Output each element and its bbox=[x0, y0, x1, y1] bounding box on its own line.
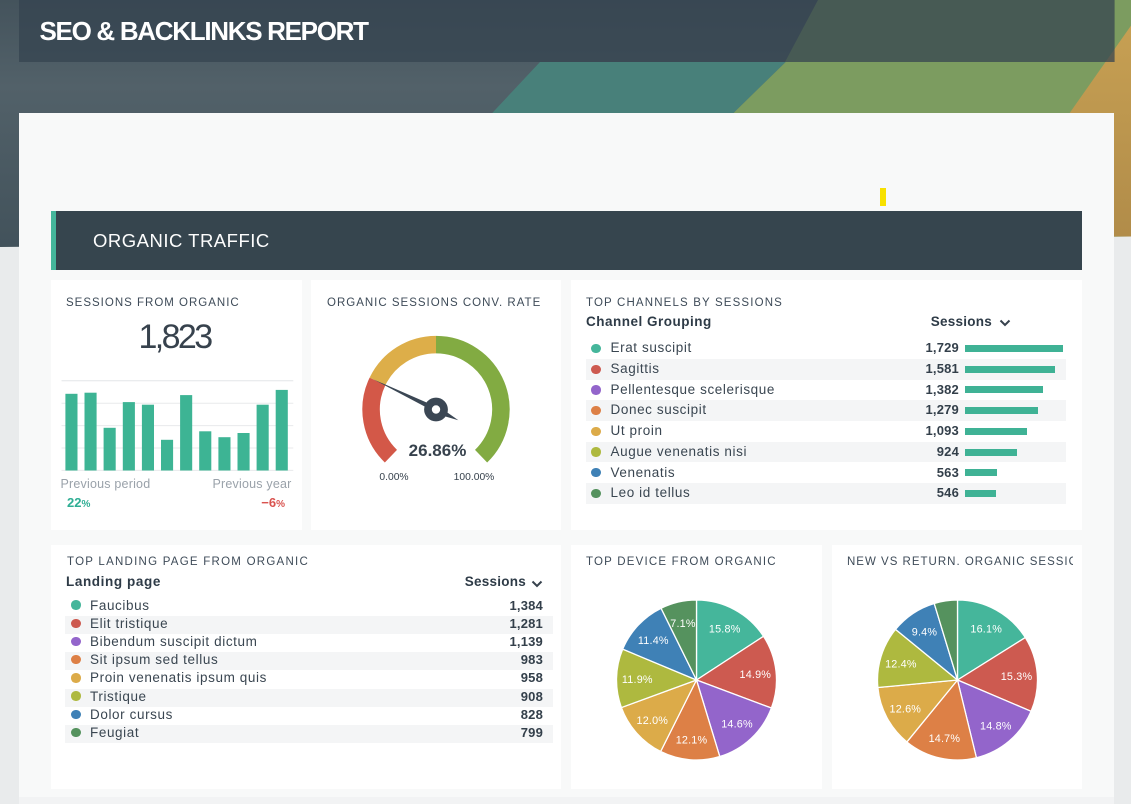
svg-text:12.0%: 12.0% bbox=[636, 715, 668, 727]
svg-text:11.9%: 11.9% bbox=[622, 674, 653, 686]
svg-text:12.1%: 12.1% bbox=[676, 735, 708, 747]
svg-text:15.8%: 15.8% bbox=[709, 623, 741, 635]
svg-text:12.6%: 12.6% bbox=[889, 703, 921, 715]
svg-text:14.7%: 14.7% bbox=[929, 733, 961, 745]
svg-text:14.6%: 14.6% bbox=[721, 719, 753, 731]
svg-text:16.1%: 16.1% bbox=[970, 624, 1002, 636]
svg-text:14.8%: 14.8% bbox=[980, 721, 1012, 733]
svg-text:15.3%: 15.3% bbox=[1001, 671, 1033, 683]
svg-text:7.1%: 7.1% bbox=[670, 618, 696, 630]
svg-text:9.4%: 9.4% bbox=[912, 626, 938, 638]
svg-text:12.4%: 12.4% bbox=[885, 658, 917, 670]
svg-text:14.9%: 14.9% bbox=[739, 669, 771, 681]
svg-text:11.4%: 11.4% bbox=[638, 635, 669, 647]
